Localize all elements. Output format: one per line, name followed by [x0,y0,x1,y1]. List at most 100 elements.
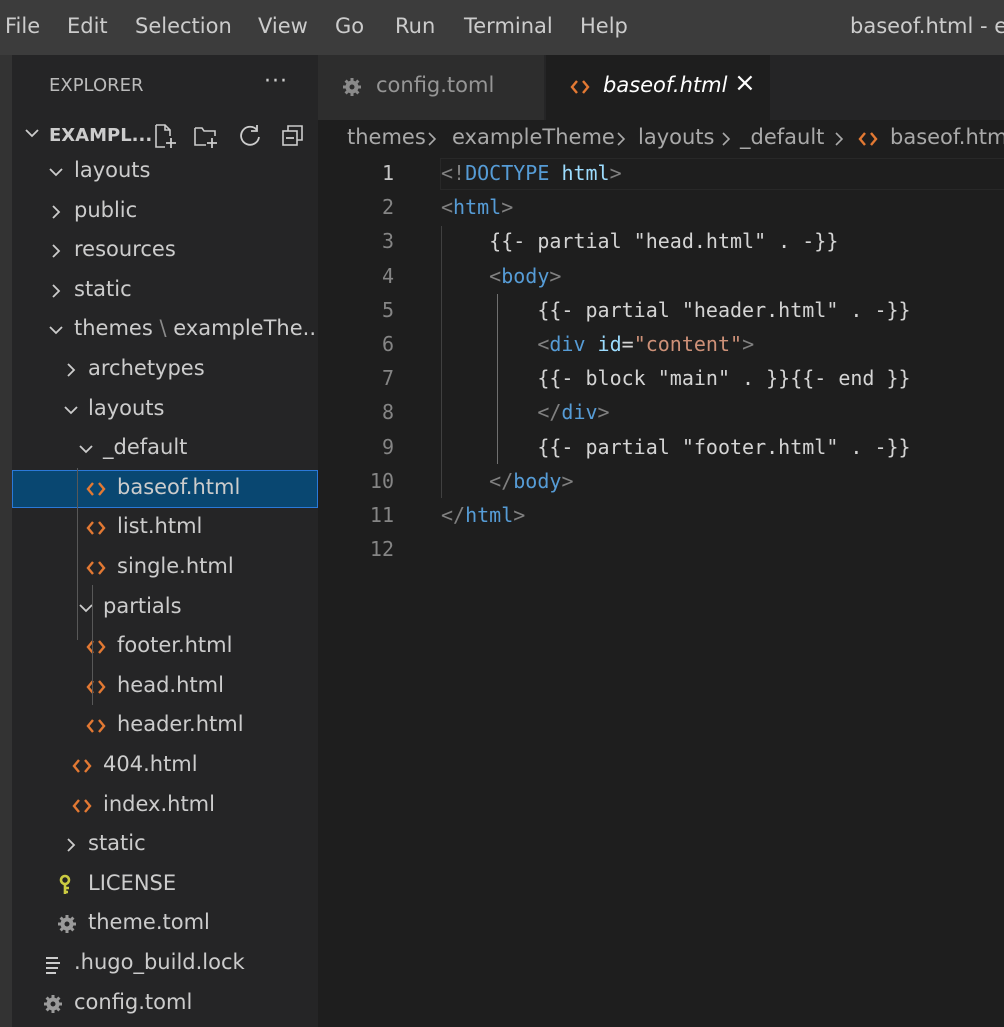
tree-item[interactable]: layouts [12,153,318,191]
html-icon [570,80,590,94]
code-line: <div id="content"> [441,332,754,356]
breadcrumb-item[interactable]: exampleTheme [452,125,615,149]
menu-terminal[interactable]: Terminal [464,14,553,38]
breadcrumb-item[interactable]: themes [347,125,426,149]
code-token: > [549,263,562,288]
tree-indent-guide [92,585,93,705]
code-token: < [537,332,550,356]
tree-indent-guide [77,468,78,640]
menu-selection[interactable]: Selection [135,14,232,38]
tree-item-label: themes \ exampleThe... [74,316,318,340]
code-line: {{- partial "footer.html" . -}} [441,435,910,459]
tree-item[interactable]: partials [12,589,318,627]
chevron-right-icon [428,132,437,146]
new-file-icon[interactable] [152,123,178,149]
tab-label: baseof.html [603,73,728,97]
tree-item-label: theme.toml [88,910,210,935]
code-token: div [561,400,598,425]
workspace-section-header[interactable]: EXAMPL... [12,121,318,155]
tree-item[interactable]: header.html [12,707,318,745]
html-icon [86,719,106,734]
new-folder-icon[interactable] [193,123,219,149]
code-line: {{- block "main" . }}{{- end }} [441,366,910,390]
menu-help[interactable]: Help [580,14,628,38]
breadcrumb-item[interactable]: baseof.htm [890,125,1004,149]
close-icon[interactable]: × [734,68,756,98]
menu-file[interactable]: File [5,14,40,38]
tree-item[interactable]: archetypes [12,351,318,389]
tree-item[interactable]: head.html [12,668,318,706]
tree-item[interactable]: 404.html [12,747,318,785]
code-token: {{- partial "head.html" . -}} [441,229,839,254]
tree-item[interactable]: index.html [12,787,318,825]
tree-item[interactable]: footer.html [12,628,318,666]
chevron-down-icon [79,445,93,454]
tree-item[interactable]: static [12,272,318,310]
html-icon [86,482,106,496]
tree-item[interactable]: config.toml [12,985,318,1023]
code-line: {{- partial "head.html" . -}} [441,229,838,253]
tree-item[interactable]: baseof.html [12,469,318,508]
tree-item-label: footer.html [117,633,233,658]
tree-item[interactable]: themes \ exampleThe... [12,311,318,349]
line-number: 3 [381,229,394,254]
chevron-down-icon [25,129,39,138]
line-number: 2 [381,195,394,220]
menu-edit[interactable]: Edit [67,14,108,38]
line-number: 11 [369,503,394,527]
breadcrumb-item[interactable]: _default [740,125,824,149]
workspace-title: EXAMPL... [49,125,153,146]
html-icon [86,561,106,575]
code-token: id [597,332,622,356]
code-token: > [561,468,574,493]
tree-item-label: layouts [88,395,165,420]
chevron-right-icon [67,838,76,852]
code-token: html [561,161,610,185]
tree-item-label: resources [74,237,176,262]
collapse-all-icon[interactable] [280,123,306,149]
chevron-right-icon [52,284,61,298]
tree-item[interactable]: .hugo_build.lock [12,945,318,983]
tree-item[interactable]: single.html [12,549,318,587]
chevron-right-icon [52,204,61,219]
menu-view[interactable]: View [258,14,308,38]
tree-item-label: header.html [117,712,244,737]
code-line: </html> [441,503,525,527]
tree-item[interactable]: public [12,193,318,231]
code-token: < [441,195,454,220]
html-icon [72,798,92,813]
tree-item[interactable]: theme.toml [12,905,318,943]
refresh-icon[interactable] [237,123,263,149]
menu-go[interactable]: Go [335,14,364,38]
chevron-right-icon [617,132,626,146]
menu-bar: File Edit Selection View Go Run Terminal… [0,0,1004,55]
code-token: html [453,195,502,220]
code-token: div [549,332,586,356]
menu-run[interactable]: Run [395,14,435,38]
tree-item[interactable]: _default [12,430,318,468]
gear-icon [58,915,76,934]
code-token: {{- partial "header.html" . -}} [441,297,911,322]
tab-config-toml[interactable]: config.toml [318,55,544,120]
tree-item-label: single.html [117,554,234,578]
tab-baseof-html[interactable]: baseof.html × [546,55,770,120]
tree-item[interactable]: layouts [12,391,318,429]
breadcrumb-item[interactable]: layouts [638,125,714,149]
chevron-down-icon [49,326,63,335]
code-token: body [513,468,562,493]
tree-item[interactable]: static [12,826,318,864]
code-token: > [513,503,526,527]
chevron-right-icon [722,132,731,146]
path-separator: \ [152,316,174,341]
more-actions-icon[interactable]: ··· [264,69,288,94]
code-token: body [501,263,550,288]
code-token: > [609,161,622,185]
tree-item-label: partials [103,593,182,618]
code-token: DOCTYPE [465,161,550,185]
tree-item[interactable]: list.html [12,509,318,547]
activity-bar [0,55,12,1027]
tree-item[interactable]: resources [12,232,318,270]
tree-item[interactable]: LICENSE [12,866,318,904]
